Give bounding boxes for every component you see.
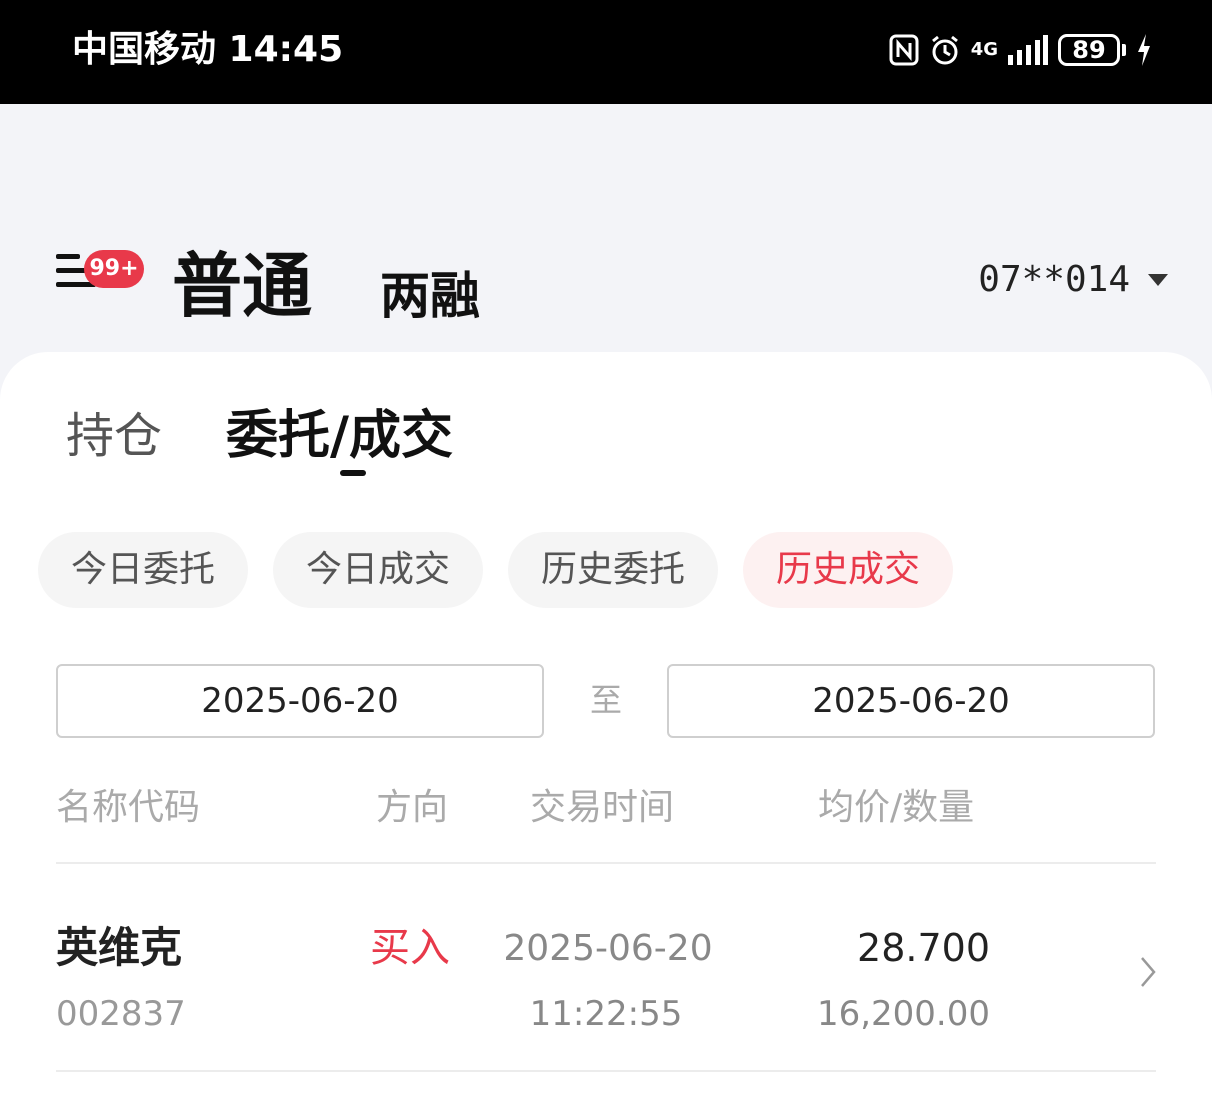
column-header-price-qty: 均价/数量 <box>818 787 975 828</box>
filter-today-trades[interactable]: 今日成交 <box>273 532 483 608</box>
trade-date: 2025-06-20 <box>503 928 713 969</box>
app-header: 99+ 普通 两融 07**014 <box>0 104 1212 364</box>
battery-icon: 89 <box>1058 34 1120 66</box>
active-tab-indicator <box>340 470 366 476</box>
carrier-time: 中国移动 14:45 <box>72 29 344 70</box>
account-selector[interactable]: 07**014 <box>978 258 1168 302</box>
status-bar: 中国移动 14:45 4G 89 <box>0 0 1212 104</box>
main-card: 持仓 委托/成交 今日委托 今日成交 历史委托 历史成交 2025-06-20 … <box>0 352 1212 1112</box>
stock-name: 英维克 <box>56 923 183 972</box>
account-number: 07**014 <box>978 259 1130 300</box>
header-divider <box>56 862 1156 864</box>
notification-badge: 99+ <box>84 250 144 288</box>
start-date-field[interactable]: 2025-06-20 <box>56 664 544 738</box>
battery-cap <box>1122 44 1126 56</box>
trade-time: 11:22:55 <box>529 994 683 1034</box>
tab-margin-account[interactable]: 两融 <box>380 264 480 328</box>
nfc-icon <box>889 34 919 66</box>
average-price: 28.700 <box>857 926 990 970</box>
alarm-icon <box>929 34 961 66</box>
filter-history-orders[interactable]: 历史委托 <box>508 532 718 608</box>
stock-code: 002837 <box>56 994 186 1034</box>
row-divider <box>56 1070 1156 1072</box>
tab-normal-account[interactable]: 普通 <box>172 244 312 328</box>
filter-history-trades[interactable]: 历史成交 <box>743 532 953 608</box>
network-type-label: 4G <box>970 39 998 60</box>
column-header-direction: 方向 <box>376 787 449 828</box>
trade-quantity: 16,200.00 <box>816 994 990 1034</box>
charging-icon <box>1136 34 1152 66</box>
column-header-name: 名称代码 <box>56 787 201 828</box>
signal-icon <box>1008 35 1048 65</box>
column-header-time: 交易时间 <box>530 787 675 828</box>
chevron-right-icon[interactable] <box>1138 952 1158 992</box>
end-date-field[interactable]: 2025-06-20 <box>667 664 1155 738</box>
filter-today-orders[interactable]: 今日委托 <box>38 532 248 608</box>
tab-holdings[interactable]: 持仓 <box>66 404 162 468</box>
status-icons: 4G 89 <box>889 28 1152 72</box>
tab-orders-trades[interactable]: 委托/成交 <box>226 404 453 468</box>
date-separator: 至 <box>590 681 623 719</box>
caret-down-icon <box>1148 274 1168 286</box>
trade-direction: 买入 <box>370 925 450 971</box>
